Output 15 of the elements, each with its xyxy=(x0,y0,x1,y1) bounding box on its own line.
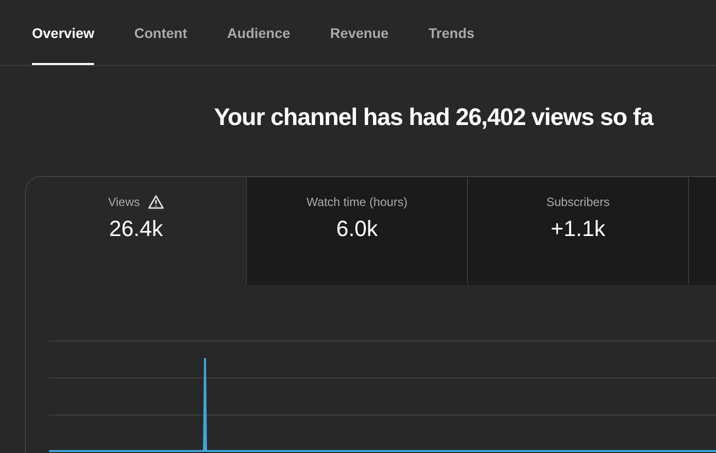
tab[interactable]: Audience xyxy=(227,0,290,65)
metric-tab[interactable]: Views 26.4k xyxy=(26,177,247,285)
tab[interactable]: Content xyxy=(134,0,188,65)
page-heading: Your channel has had 26,402 views so fa xyxy=(214,103,655,133)
metric-tab[interactable]: Watch time (hours) 6.0k xyxy=(247,177,468,285)
metric-value: 6.0k xyxy=(336,216,378,242)
tab[interactable]: Revenue xyxy=(330,0,389,65)
metric-label: Views xyxy=(108,195,140,209)
metric-label: Watch time (hours) xyxy=(306,195,408,209)
tab[interactable]: Overview xyxy=(32,0,94,65)
metric-value: +1.1k xyxy=(550,216,606,242)
metric-label: Subscribers xyxy=(546,195,610,209)
metric-value: 26.4k xyxy=(109,216,163,242)
metric-tab[interactable]: Subscribers +1.1k xyxy=(468,177,689,285)
tab[interactable]: Trends xyxy=(428,0,474,65)
